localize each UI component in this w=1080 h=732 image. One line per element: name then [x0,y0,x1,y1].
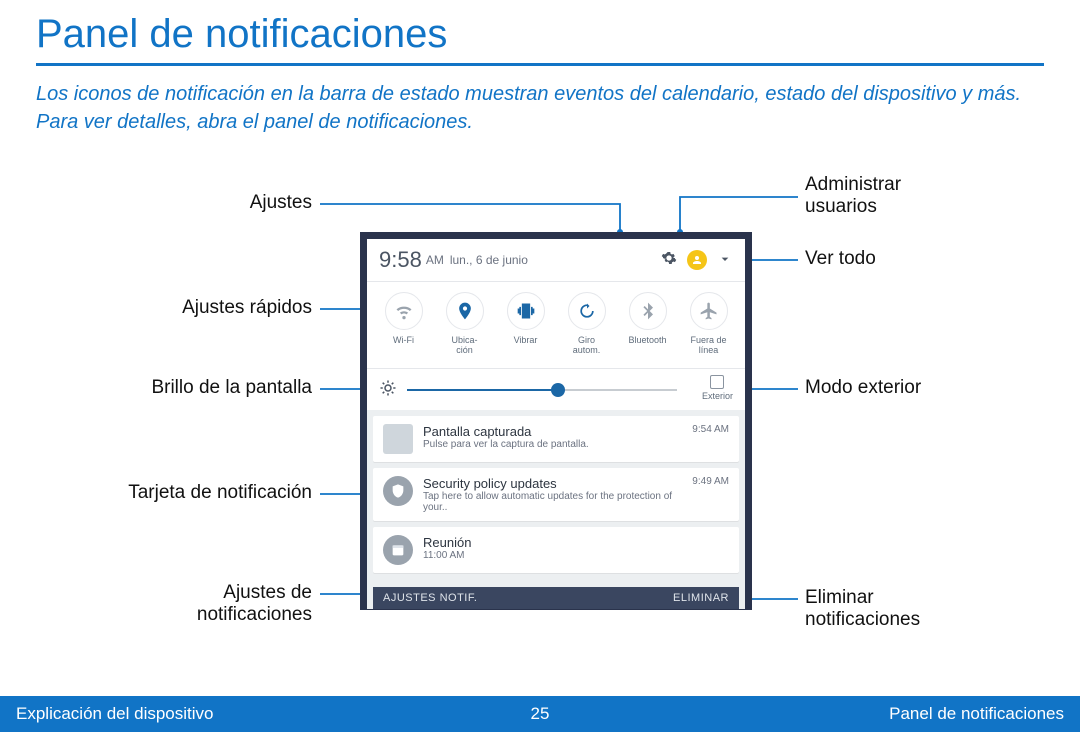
callout-tarjeta: Tarjeta de notificación [0,482,312,504]
brightness-slider[interactable] [407,389,677,391]
airplane-icon [690,292,728,330]
brightness-row: Exterior [367,368,745,410]
page-title: Panel de notificaciones [36,12,1080,57]
title-rule [36,63,1044,66]
callout-eliminar: Eliminar notificaciones [805,587,920,631]
exterior-label: Exterior [702,391,733,401]
notification-card[interactable]: Security policy updates Tap here to allo… [373,468,739,521]
qs-bluetooth-label: Bluetooth [617,336,678,346]
status-row: 9:58 AM lun., 6 de junio [367,239,745,281]
clock-time: 9:58 [379,247,422,273]
callout-admin-usuarios: Administrar usuarios [805,174,901,218]
qs-bluetooth[interactable]: Bluetooth [617,292,678,356]
callout-ajustes-notif: Ajustes de notificaciones [0,582,312,626]
footer-left: Explicación del dispositivo [16,704,365,724]
screenshot-icon [383,424,413,454]
quick-settings-row: Wi-Fi Ubica- ción Vibrar [367,281,745,368]
chevron-down-icon[interactable] [717,251,733,270]
qs-rotate[interactable]: Giro autom. [556,292,617,356]
clock-date: lun., 6 de junio [450,253,528,267]
notification-subtitle: 11:00 AM [423,550,719,561]
user-icon[interactable] [687,250,707,270]
clock-ampm: AM [426,253,444,267]
qs-location[interactable]: Ubica- ción [434,292,495,356]
notification-card[interactable]: Reunión 11:00 AM [373,527,739,573]
exterior-checkbox[interactable] [710,375,724,389]
intro-text: Los iconos de notificación en la barra d… [36,80,1044,136]
vibrate-icon [507,292,545,330]
qs-airplane[interactable]: Fuera de línea [678,292,739,356]
rotate-icon [568,292,606,330]
brightness-icon[interactable] [379,379,397,402]
notif-settings-button[interactable]: AJUSTES NOTIF. [383,592,477,604]
diagram: Ajustes Ajustes rápidos Brillo de la pan… [0,172,1080,662]
callout-ajustes-rapidos: Ajustes rápidos [0,297,312,319]
footer-right: Panel de notificaciones [715,704,1064,724]
qs-wifi[interactable]: Wi-Fi [373,292,434,356]
notification-subtitle: Tap here to allow automatic updates for … [423,491,682,513]
notification-list: Pantalla capturada Pulse para ver la cap… [367,410,745,573]
wifi-icon [385,292,423,330]
callout-modo-exterior: Modo exterior [805,377,921,399]
slider-thumb[interactable] [551,383,565,397]
notification-title: Pantalla capturada [423,424,682,439]
callout-ver-todo: Ver todo [805,248,876,270]
notification-title: Reunión [423,535,719,550]
gear-icon[interactable] [661,250,677,271]
notification-subtitle: Pulse para ver la captura de pantalla. [423,439,682,450]
notification-time: 9:54 AM [692,424,729,454]
qs-rotate-label: Giro autom. [556,336,617,356]
clear-button[interactable]: ELIMINAR [673,592,729,604]
qs-location-label: Ubica- ción [434,336,495,356]
callout-ajustes: Ajustes [0,192,312,214]
footer: Explicación del dispositivo 25 Panel de … [0,696,1080,732]
shield-icon [383,476,413,506]
phone-inner: 9:58 AM lun., 6 de junio [367,239,745,609]
qs-airplane-label: Fuera de línea [678,336,739,356]
bottom-bar: AJUSTES NOTIF. ELIMINAR [373,587,739,609]
footer-page: 25 [365,704,714,724]
bluetooth-icon [629,292,667,330]
notification-title: Security policy updates [423,476,682,491]
phone-panel: 9:58 AM lun., 6 de junio [360,232,752,610]
calendar-icon [383,535,413,565]
qs-vibrate[interactable]: Vibrar [495,292,556,356]
qs-wifi-label: Wi-Fi [373,336,434,346]
notification-time: 9:49 AM [692,476,729,513]
callout-brillo: Brillo de la pantalla [0,377,312,399]
location-icon [446,292,484,330]
qs-vibrate-label: Vibrar [495,336,556,346]
notification-card[interactable]: Pantalla capturada Pulse para ver la cap… [373,416,739,462]
